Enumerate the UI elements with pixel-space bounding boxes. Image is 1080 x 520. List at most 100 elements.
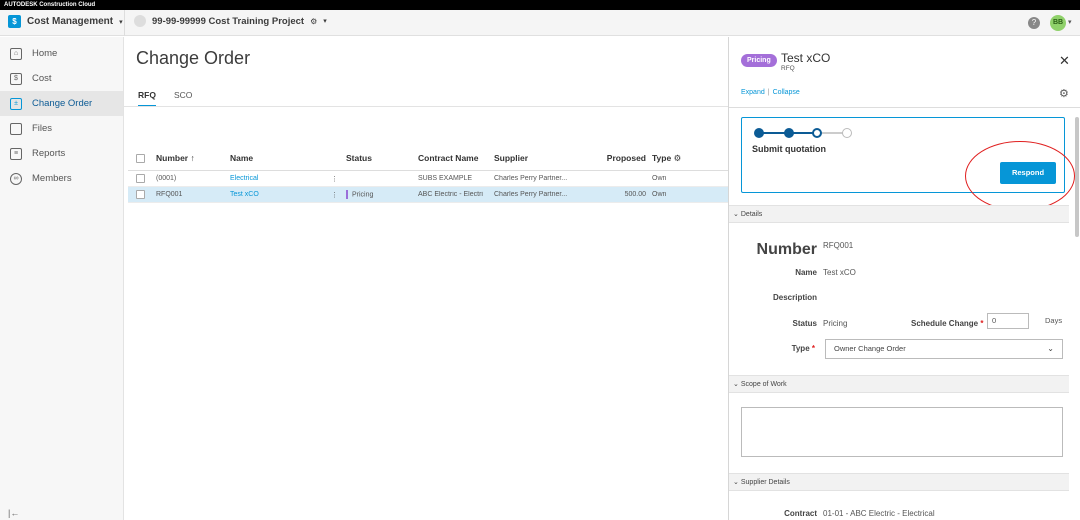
gear-icon[interactable]: ⚙ <box>1059 87 1069 100</box>
table-row[interactable]: RFQ001 Test xCO ⋮ Pricing ABC Electric - … <box>128 187 728 203</box>
field-label-status: Status <box>792 319 817 328</box>
section-header-scope[interactable]: ⌄ Scope of Work <box>729 375 1069 393</box>
tab-rfq[interactable]: RFQ <box>138 90 156 107</box>
field-label-contract: Contract <box>784 509 817 518</box>
autodesk-brand-bar: AUTODESK Construction Cloud <box>0 0 1080 10</box>
app-header: $ Cost Management ▾ 99-99-99999 Cost Tra… <box>0 10 1080 36</box>
sidebar: ⌂ Home $ Cost ± Change Order Files ≡ Rep… <box>0 37 124 520</box>
sidebar-item-files[interactable]: Files <box>0 116 123 141</box>
files-icon <box>10 122 22 135</box>
gear-icon[interactable]: ⚙ <box>674 153 682 163</box>
sidebar-item-members[interactable]: ∞ Members <box>0 166 123 191</box>
avatar[interactable]: BB <box>1050 15 1066 31</box>
cell-proposed: 500.00 <box>624 191 646 198</box>
column-header-contract-name[interactable]: Contract Name <box>418 153 494 163</box>
reports-icon: ≡ <box>10 147 22 160</box>
field-value-number: RFQ001 <box>823 241 854 250</box>
select-all-checkbox[interactable] <box>128 153 156 163</box>
days-unit-label: Days <box>1045 316 1063 325</box>
field-label-schedule-change: Schedule Change * <box>911 319 984 328</box>
expand-link[interactable]: Expand <box>741 89 765 96</box>
project-switcher[interactable]: 99-99-99999 Cost Training Project ⚙ ▾ <box>134 15 327 27</box>
column-header-type[interactable]: Type ⚙ <box>652 153 696 164</box>
cost-management-icon: $ <box>8 15 21 28</box>
divider <box>729 107 1080 108</box>
sidebar-item-change-order[interactable]: ± Change Order <box>0 91 123 116</box>
more-options-icon[interactable]: ⋮ <box>331 191 338 199</box>
chevron-down-icon: ⌄ <box>733 381 739 388</box>
tab-sco[interactable]: SCO <box>174 90 192 107</box>
table-row[interactable]: (0001) Electrical ⋮ SUBS EXAMPLE Charles … <box>128 171 728 187</box>
chevron-down-icon: ⌄ <box>733 211 739 218</box>
chevron-down-icon: ▾ <box>119 18 123 26</box>
sidebar-item-reports[interactable]: ≡ Reports <box>0 141 123 166</box>
sidebar-item-cost[interactable]: $ Cost <box>0 66 123 91</box>
step-complete-icon <box>754 128 764 138</box>
cell-contract: ABC Electric - Electri <box>418 191 483 198</box>
detail-panel: Pricing Test xCO RFQ ✕ Expand | Collapse ⚙… <box>728 37 1080 520</box>
status-indicator <box>346 190 348 199</box>
sidebar-item-label: Home <box>32 48 58 59</box>
globe-icon: ⚙ <box>310 16 318 26</box>
cell-type: Own <box>652 175 667 182</box>
more-options-icon[interactable]: ⋮ <box>331 175 338 183</box>
help-icon[interactable]: ? <box>1028 17 1040 29</box>
tab-bar: RFQ SCO <box>138 90 192 107</box>
divider <box>124 106 728 107</box>
workflow-steps <box>754 128 852 138</box>
chevron-down-icon: ⌄ <box>1047 344 1054 353</box>
page-title: Change Order <box>136 48 251 68</box>
sidebar-item-label: Change Order <box>32 98 93 109</box>
project-label: 99-99-99999 Cost Training Project <box>152 15 305 27</box>
chevron-down-icon[interactable]: ▾ <box>1068 18 1072 26</box>
type-select[interactable]: Owner Change Order ⌄ <box>825 339 1063 359</box>
field-value-contract[interactable]: 01-01 - ABC Electric - Electrical <box>823 509 935 518</box>
scope-of-work-textarea[interactable] <box>741 407 1063 457</box>
step-current-icon <box>812 128 822 138</box>
chevron-down-icon: ▾ <box>323 18 327 25</box>
section-header-details[interactable]: ⌄ Details <box>729 205 1069 223</box>
collapse-sidebar-icon[interactable]: |← <box>8 508 19 518</box>
sidebar-item-label: Reports <box>32 148 66 159</box>
section-header-supplier[interactable]: ⌄ Supplier Details <box>729 473 1069 491</box>
step-pending-icon <box>842 128 852 138</box>
divider <box>124 10 125 36</box>
cell-supplier: Charles Perry Partner... <box>494 191 568 198</box>
sidebar-item-label: Files <box>32 123 53 134</box>
scrollbar[interactable] <box>1075 117 1079 237</box>
field-label-description: Description <box>772 293 817 302</box>
row-link[interactable]: Test xCO <box>230 191 259 199</box>
close-icon[interactable]: ✕ <box>1059 53 1070 69</box>
field-value-status: Pricing <box>823 319 848 328</box>
column-header-name[interactable]: Name <box>230 153 342 163</box>
workflow-step-label: Submit quotation <box>752 144 826 154</box>
column-header-number[interactable]: Number ↑ <box>156 153 230 163</box>
row-checkbox[interactable] <box>128 190 156 199</box>
sidebar-item-label: Members <box>32 173 72 184</box>
column-header-supplier[interactable]: Supplier <box>494 153 582 163</box>
module-label: Cost Management <box>27 16 114 27</box>
cell-number: (0001) <box>156 175 177 182</box>
module-switcher[interactable]: $ Cost Management ▾ <box>8 15 123 28</box>
sidebar-item-label: Cost <box>32 73 52 84</box>
cost-icon: $ <box>10 72 22 85</box>
field-value-name[interactable]: Test xCO <box>823 268 856 277</box>
change-order-table: Number ↑ Name Status Contract Name Suppl… <box>128 146 728 203</box>
column-header-status[interactable]: Status <box>342 153 418 163</box>
column-header-proposed[interactable]: Proposed <box>582 153 652 163</box>
field-label-number: Number <box>756 241 817 258</box>
chevron-down-icon: ⌄ <box>733 479 739 486</box>
panel-title: Test xCO <box>781 51 831 65</box>
collapse-link[interactable]: Collapse <box>773 89 800 96</box>
field-label-name: Name <box>795 268 817 277</box>
project-icon <box>134 15 146 27</box>
step-connector <box>820 132 844 134</box>
row-link[interactable]: Electrical <box>230 175 258 183</box>
brand-label: AUTODESK Construction Cloud <box>4 2 96 8</box>
row-checkbox[interactable] <box>128 174 156 183</box>
schedule-change-input[interactable]: 0 <box>987 313 1029 329</box>
cell-type: Own <box>652 191 667 198</box>
annotation-circle <box>965 141 1075 211</box>
members-icon: ∞ <box>10 172 22 185</box>
sidebar-item-home[interactable]: ⌂ Home <box>0 41 123 66</box>
